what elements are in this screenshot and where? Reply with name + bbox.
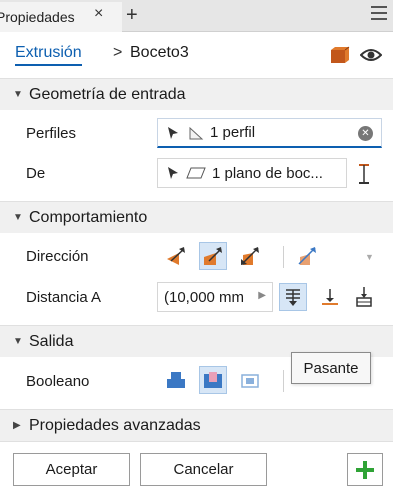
boolean-label: Booleano <box>26 373 90 390</box>
distance-input[interactable]: (10,000 mm ▶ <box>157 282 273 312</box>
expand-triangle-icon: ▶ <box>13 420 21 431</box>
extent-to-button[interactable] <box>316 283 344 311</box>
cube-icon[interactable] <box>330 46 350 64</box>
section-behavior[interactable]: ▼ Comportamiento <box>0 201 393 233</box>
breadcrumb-feature-link[interactable]: Extrusión <box>15 44 82 66</box>
dropdown-arrow-icon[interactable]: ▼ <box>365 252 374 262</box>
toolbar-separator <box>283 246 284 268</box>
extent-through-all-icon <box>356 287 372 307</box>
section-advanced[interactable]: ▶ Propiedades avanzadas <box>0 409 393 441</box>
extent-distance-button[interactable] <box>279 283 307 311</box>
footer-divider <box>0 441 393 442</box>
boolean-intersect-button[interactable] <box>236 366 264 394</box>
profiles-label: Perfiles <box>26 125 77 142</box>
boolean-join-button[interactable] <box>162 366 190 394</box>
tooltip: Pasante <box>291 352 371 384</box>
direction-symmetric-icon <box>241 247 259 265</box>
distance-label: Distancia A <box>26 289 102 306</box>
boolean-intersect-icon <box>241 374 259 388</box>
section-behavior-title: Comportamiento <box>29 208 148 226</box>
plus-icon <box>356 461 374 479</box>
direction-flipped-icon <box>204 247 222 265</box>
panel-tab-bar: Propiedades × + <box>0 0 393 32</box>
tab-properties-label: Propiedades <box>0 9 75 25</box>
sketch-plane-icon <box>186 167 206 179</box>
add-tab-icon[interactable]: + <box>126 4 138 27</box>
direction-asymmetric-button[interactable] <box>293 242 321 270</box>
toolbar-separator <box>283 370 284 392</box>
from-label: De <box>26 165 46 182</box>
section-input-geometry[interactable]: ▼ Geometría de entrada <box>0 78 393 110</box>
profile-shape-icon <box>189 126 204 139</box>
direction-asymmetric-icon <box>298 247 316 265</box>
section-advanced-title: Propiedades avanzadas <box>29 416 201 434</box>
distance-value: (10,000 mm <box>164 289 245 306</box>
menu-icon[interactable] <box>371 6 387 24</box>
breadcrumb: Extrusión > Boceto3 <box>0 32 393 78</box>
close-tab-icon[interactable]: × <box>94 5 103 23</box>
distance-expand-arrow-icon[interactable]: ▶ <box>258 290 266 301</box>
clear-selection-icon[interactable]: ✕ <box>358 126 373 141</box>
extent-to-icon <box>322 289 338 305</box>
cursor-arrow-icon <box>168 126 178 139</box>
collapse-triangle-icon: ▼ <box>13 89 23 100</box>
collapse-triangle-icon: ▼ <box>13 336 23 347</box>
extent-distance-icon <box>286 289 300 306</box>
profiles-value: 1 perfil <box>210 124 256 141</box>
ok-button[interactable]: Aceptar <box>13 453 130 486</box>
boolean-cut-button[interactable] <box>199 366 227 394</box>
collapse-triangle-icon: ▼ <box>13 212 23 223</box>
profiles-selector[interactable]: 1 perfil ✕ <box>157 118 382 148</box>
eye-icon[interactable] <box>360 47 382 63</box>
direction-default-icon <box>167 247 185 265</box>
section-output-title: Salida <box>29 332 74 350</box>
tab-properties[interactable]: Propiedades <box>0 2 122 32</box>
boolean-cut-icon <box>204 372 222 388</box>
extent-through-all-button[interactable] <box>350 283 378 311</box>
from-selector[interactable]: 1 plano de boc... <box>157 158 347 188</box>
direction-label: Dirección <box>26 248 89 265</box>
section-input-geometry-title: Geometría de entrada <box>29 85 186 103</box>
direction-symmetric-button[interactable] <box>236 242 264 270</box>
boolean-join-icon <box>167 372 185 388</box>
direction-default-button[interactable] <box>162 242 190 270</box>
apply-new-button[interactable] <box>347 453 383 486</box>
tooltip-text: Pasante <box>303 359 359 377</box>
direction-flipped-button[interactable] <box>199 242 227 270</box>
breadcrumb-separator: > <box>113 44 123 61</box>
breadcrumb-sketch[interactable]: Boceto3 <box>130 44 189 62</box>
cursor-arrow-icon <box>168 167 178 179</box>
from-value: 1 plano de boc... <box>212 164 323 182</box>
offset-icon[interactable] <box>357 163 371 185</box>
cancel-button[interactable]: Cancelar <box>140 453 267 486</box>
